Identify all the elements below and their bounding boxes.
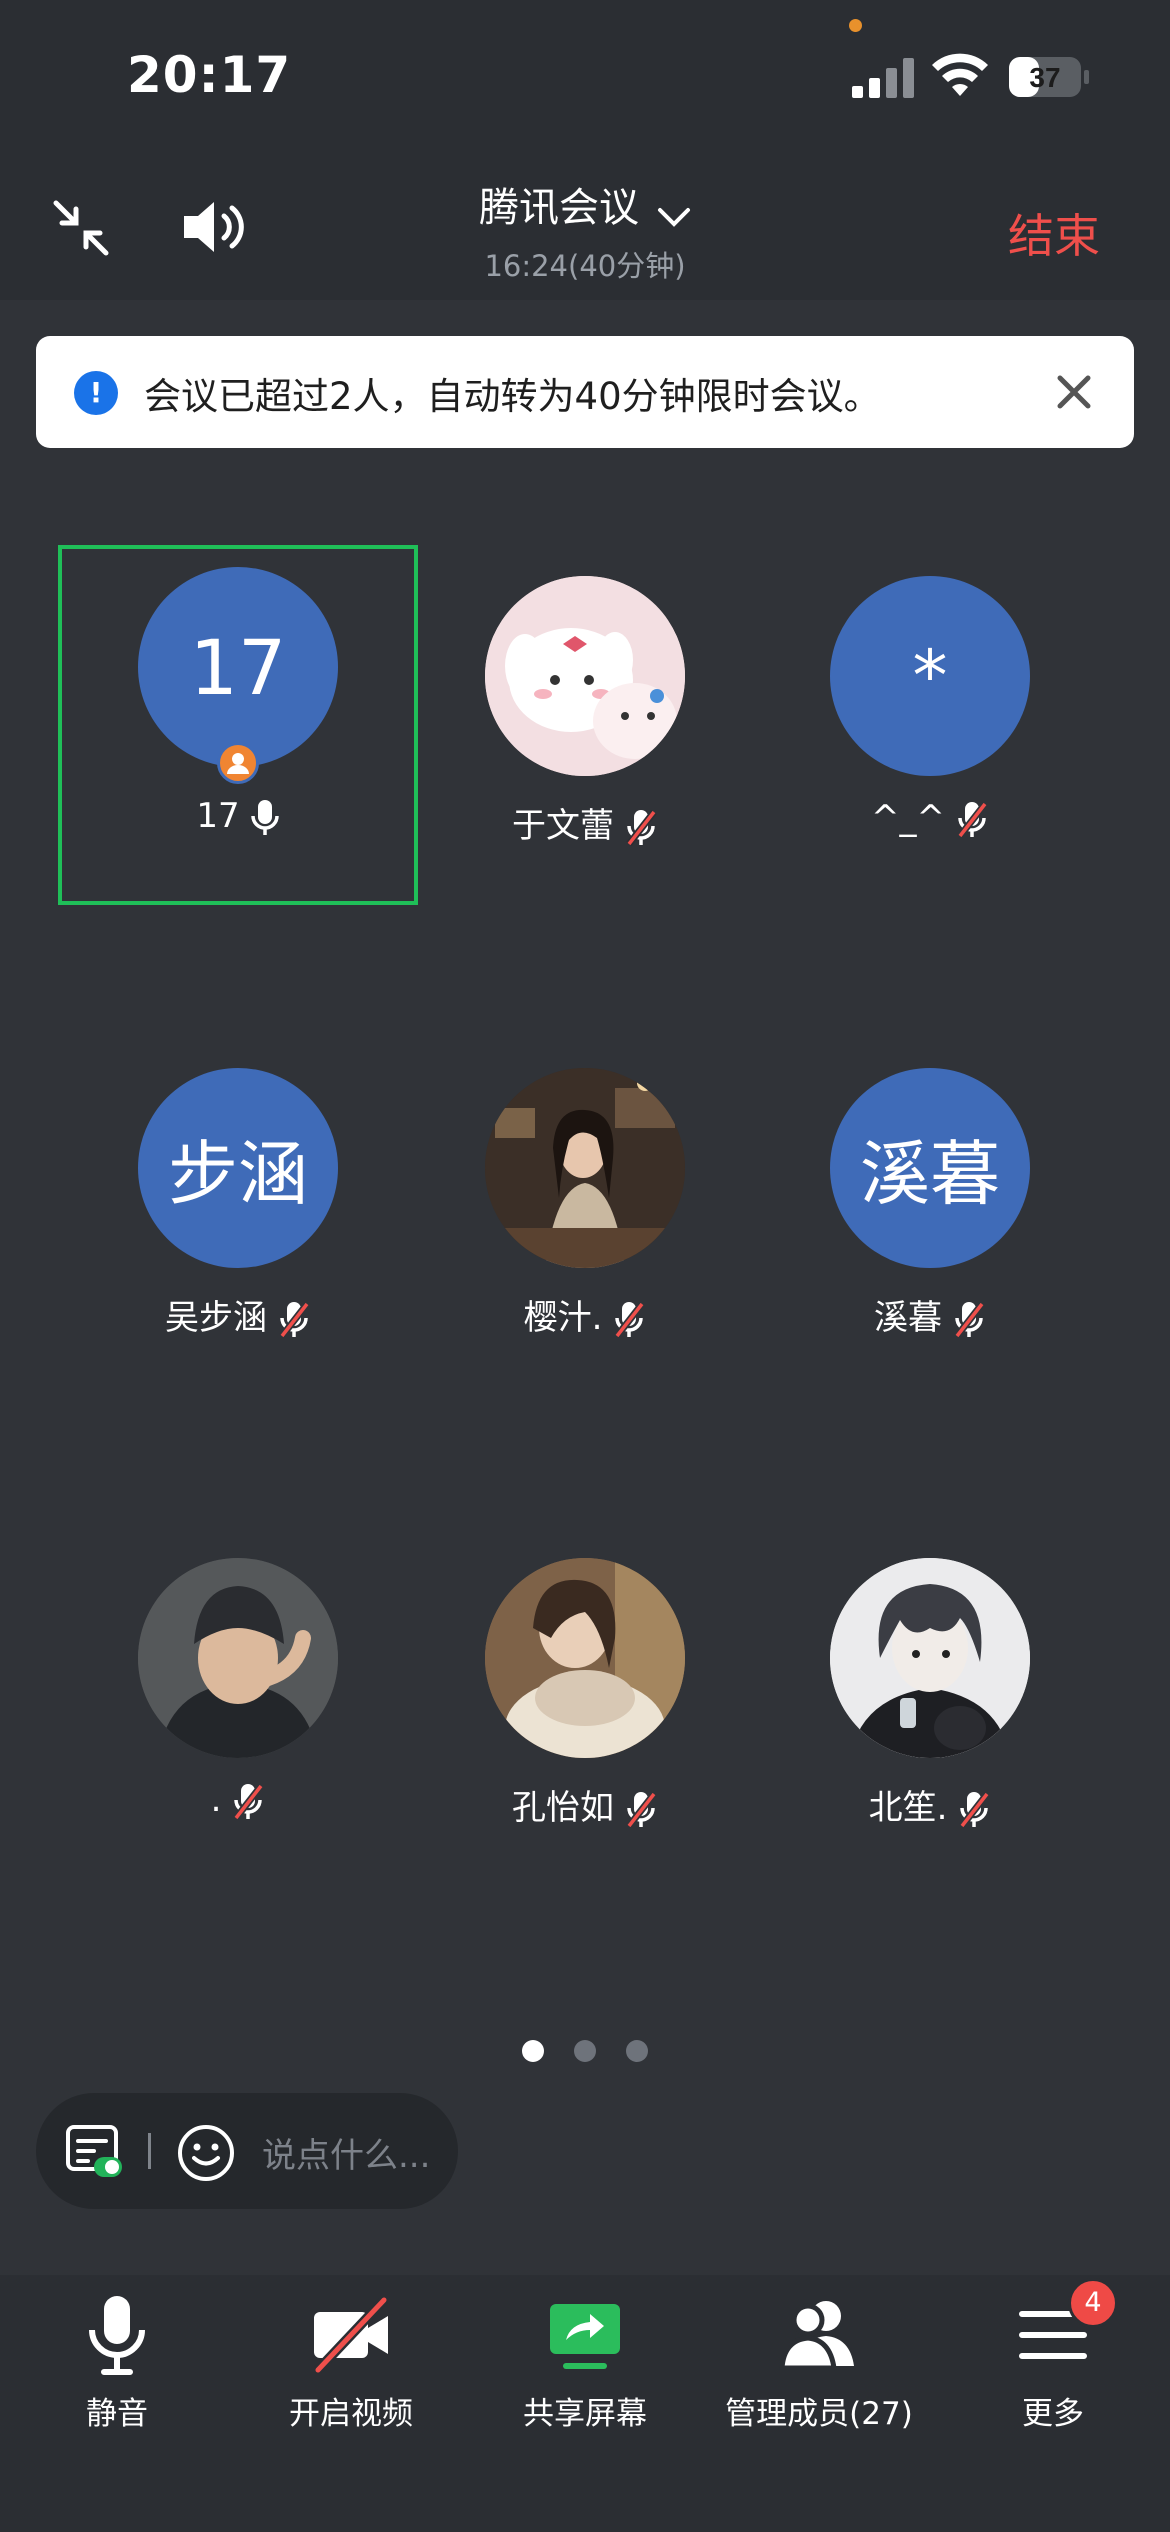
chat-placeholder[interactable]: 说点什么... [262, 2128, 430, 2177]
participant-name: 17 [196, 796, 240, 836]
notice-text: 会议已超过2人，自动转为40分钟限时会议。 [144, 375, 881, 418]
page-dot-1[interactable] [522, 2040, 544, 2062]
participant-name: 孔怡如 [512, 1788, 614, 1828]
manage-members-button[interactable]: 管理成员(27) [702, 2290, 936, 2440]
avatar [485, 1068, 685, 1268]
avatar [830, 1558, 1030, 1758]
info-icon: ! [74, 371, 118, 415]
battery-icon: 37 [1009, 57, 1089, 97]
participant-tile[interactable]: 北笙. [750, 1540, 1110, 1900]
start-video-button[interactable]: 开启视频 [234, 2290, 468, 2440]
participant-name: . [210, 1780, 222, 1820]
manage-members-label: 管理成员(27) [725, 2396, 913, 2432]
mic-on-icon [250, 799, 279, 835]
start-video-label: 开启视频 [289, 2396, 413, 2432]
notice-banner: ! 会议已超过2人，自动转为40分钟限时会议。 [36, 336, 1134, 448]
mic-muted-icon [954, 1301, 985, 1338]
status-time: 20:17 [127, 46, 292, 104]
page-indicator[interactable] [0, 2040, 1170, 2066]
more-label: 更多 [1022, 2396, 1084, 2432]
battery-level: 37 [1029, 62, 1060, 93]
avatar [485, 576, 685, 776]
close-icon[interactable] [1050, 368, 1098, 416]
participant-tile[interactable]: 步涵 吴步涵 [58, 1050, 418, 1410]
avatar: 步涵 [138, 1068, 338, 1268]
participant-tile[interactable]: 溪暮 溪暮 [750, 1050, 1110, 1410]
mic-muted-icon [279, 1301, 310, 1338]
end-meeting-button[interactable]: 结束 [1008, 200, 1100, 266]
share-screen-icon [550, 2304, 620, 2369]
participant-name: 樱汁. [523, 1298, 603, 1338]
mute-label: 静音 [86, 2396, 148, 2432]
mic-muted-icon [626, 809, 657, 846]
avatar [138, 1558, 338, 1758]
participant-name: 于文蕾 [512, 806, 614, 846]
cartoon-puppy-avatar-icon [485, 576, 685, 776]
participant-tile[interactable]: 于文蕾 [405, 558, 765, 918]
participant-tile[interactable]: . [58, 1540, 418, 1900]
chat-list-icon[interactable] [64, 2123, 124, 2181]
avatar: 17 [138, 567, 338, 767]
notification-badge: 4 [1068, 2278, 1118, 2328]
participant-name: 北笙. [868, 1788, 948, 1828]
members-icon [779, 2301, 854, 2371]
wifi-icon [932, 53, 988, 96]
meeting-title: 腾讯会议 [479, 185, 639, 231]
privacy-indicator-dot [849, 19, 862, 32]
video-off-icon [314, 2296, 388, 2374]
participant-tile[interactable]: 17 17 [58, 545, 418, 905]
participant-name: ^_^ [871, 798, 945, 838]
avatar [485, 1558, 685, 1758]
mute-button[interactable]: 静音 [0, 2290, 234, 2440]
anime-boy-cat-avatar-icon [830, 1558, 1030, 1758]
microphone-icon [89, 2296, 145, 2375]
status-bar: 20:17 37 [0, 0, 1170, 150]
mic-muted-icon [957, 801, 988, 838]
host-badge-icon [217, 742, 259, 784]
share-screen-label: 共享屏幕 [523, 2396, 647, 2432]
divider [148, 2133, 151, 2169]
avatar: 溪暮 [830, 1068, 1030, 1268]
mic-muted-icon [626, 1791, 657, 1828]
mic-muted-icon [233, 1783, 265, 1820]
participant-name: 溪暮 [874, 1298, 942, 1338]
chevron-down-icon [658, 207, 690, 227]
meeting-duration: 16:24(40分钟) [484, 249, 686, 283]
chat-input-bar[interactable]: 说点什么... [36, 2093, 458, 2209]
cellular-signal-icon [852, 58, 914, 98]
emoji-icon[interactable] [176, 2123, 236, 2183]
share-screen-button[interactable]: 共享屏幕 [468, 2290, 702, 2440]
meeting-title-button[interactable]: 腾讯会议 [0, 175, 1170, 233]
avatar: * [830, 576, 1030, 776]
participant-tile[interactable]: 孔怡如 [405, 1540, 765, 1900]
participant-tile[interactable]: * ^_^ [750, 558, 1110, 918]
page-dot-2[interactable] [574, 2040, 596, 2062]
photo-girl-cafe-avatar-icon [485, 1068, 685, 1268]
participant-name: 吴步涵 [165, 1298, 267, 1338]
mic-muted-icon [614, 1301, 646, 1338]
participant-tile[interactable]: 樱汁. [405, 1050, 765, 1410]
more-button[interactable]: 更多 [936, 2290, 1170, 2440]
photo-boy-beanie-avatar-icon [138, 1558, 338, 1758]
photo-girl-hug-avatar-icon [485, 1558, 685, 1758]
page-dot-3[interactable] [626, 2040, 648, 2062]
mic-muted-icon [959, 1791, 991, 1828]
